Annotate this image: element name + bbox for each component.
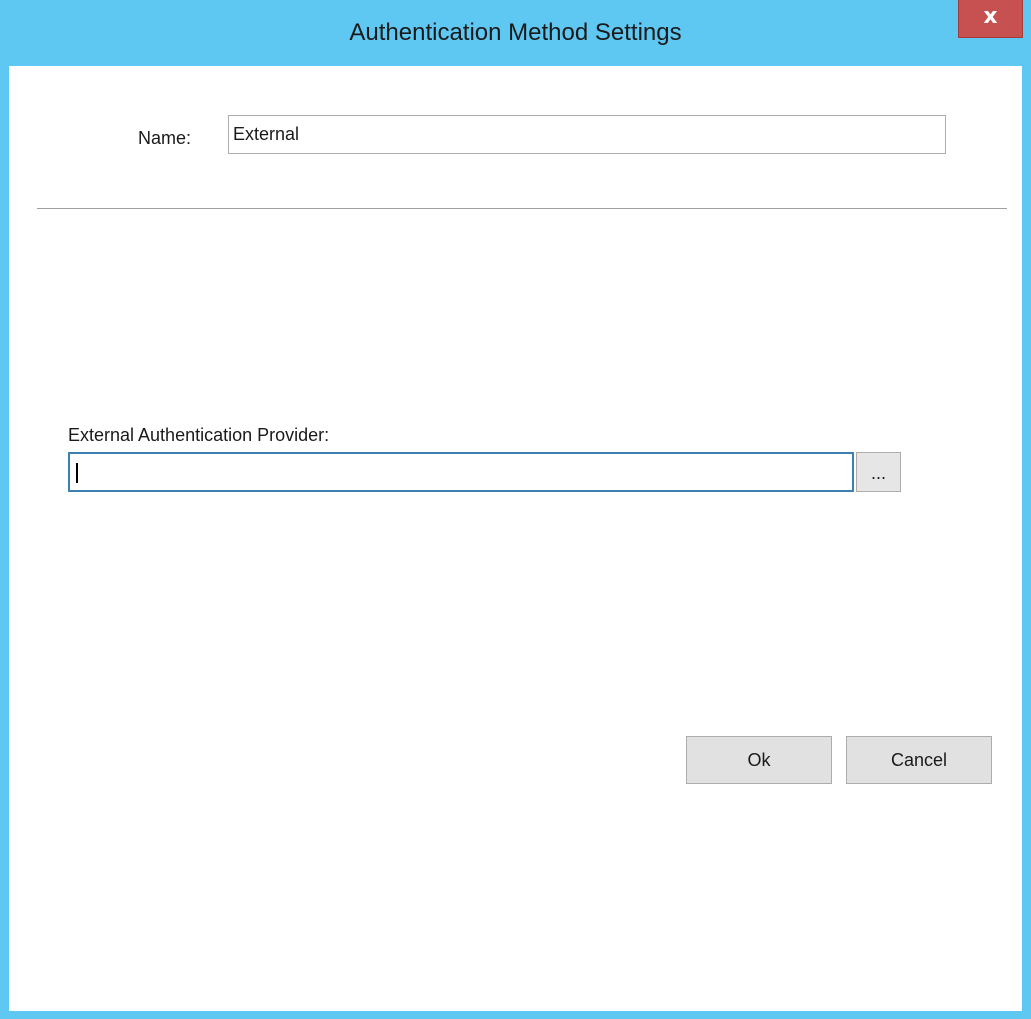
name-input-value: External [233,124,300,144]
text-caret [76,463,78,483]
title-bar[interactable]: Authentication Method Settings x [0,0,1031,66]
dialog-content: Name: External External Authentication P… [9,66,1022,1011]
close-icon: x [983,4,998,29]
close-button[interactable]: x [958,0,1023,38]
browse-button[interactable]: ... [856,452,901,492]
name-input[interactable]: External [228,115,946,154]
dialog-window: Authentication Method Settings x Name: E… [0,0,1031,1019]
section-divider [37,208,1007,209]
dialog-title: Authentication Method Settings [349,19,682,46]
provider-label: External Authentication Provider: [68,425,330,445]
name-label: Name: [138,128,192,148]
cancel-button[interactable]: Cancel [846,736,992,784]
provider-input[interactable] [68,452,854,492]
ok-button[interactable]: Ok [686,736,832,784]
